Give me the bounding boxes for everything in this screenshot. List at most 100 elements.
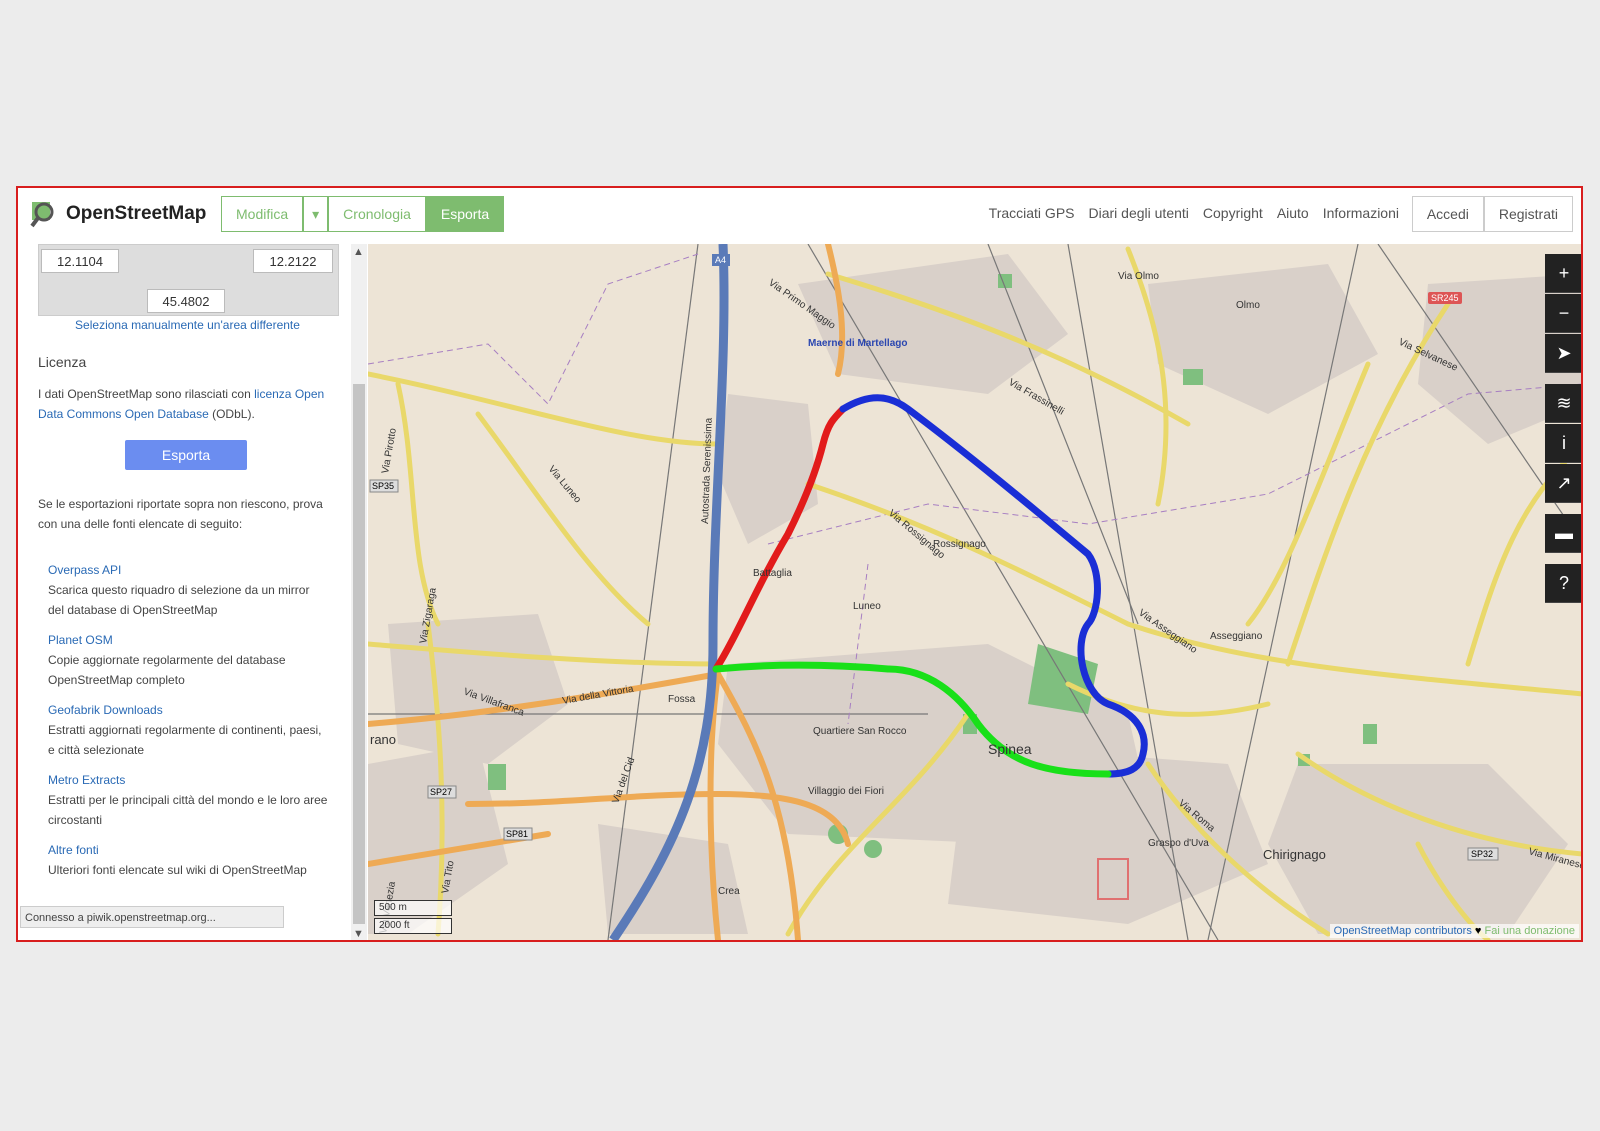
share-button[interactable]: ↗	[1545, 464, 1581, 503]
place-label: Fossa	[668, 694, 696, 705]
bbox-panel: 12.1104 12.2122 45.4802	[38, 244, 339, 316]
shield-label: SP27	[430, 787, 452, 797]
note-icon: ▬	[1555, 523, 1573, 543]
source-link-metro[interactable]: Metro Extracts	[48, 770, 328, 790]
browser-capture: OpenStreetMap Modifica ▾ Cronologia Espo…	[16, 186, 1583, 942]
auth-buttons: Accedi Registrati	[1411, 196, 1573, 232]
layers-icon: ≋	[1556, 393, 1572, 413]
sidebar-scrollbar[interactable]: ▲ ▼	[351, 244, 367, 940]
login-button[interactable]: Accedi	[1411, 196, 1484, 232]
source-link-planet[interactable]: Planet OSM	[48, 630, 328, 650]
east-coordinate-input[interactable]: 12.2122	[253, 249, 333, 273]
history-button[interactable]: Cronologia	[328, 196, 426, 232]
road-label: Via Luneo	[546, 464, 584, 506]
scroll-up-icon[interactable]: ▲	[353, 246, 364, 258]
info-icon: i	[1562, 433, 1566, 453]
export-button[interactable]: Esporta	[125, 440, 247, 470]
nav-user-diaries[interactable]: Diari degli utenti	[1089, 205, 1189, 221]
source-desc: Scarica questo riquadro di selezione da …	[48, 583, 310, 617]
zoom-in-icon: +	[1558, 263, 1570, 283]
place-label: Chirignago	[1263, 847, 1326, 862]
info-button[interactable]: i	[1545, 424, 1581, 463]
road-label: Via Pirotto	[380, 427, 399, 475]
note-button[interactable]: ▬	[1545, 514, 1581, 553]
shield-label: SP32	[1471, 849, 1493, 859]
caret-down-icon: ▾	[312, 206, 320, 222]
map-render: Maerne di Martellago Olmo Rossignago Ass…	[368, 244, 1581, 940]
source-link-geofabrik[interactable]: Geofabrik Downloads	[48, 700, 328, 720]
tool-buttons: Modifica ▾ Cronologia Esporta	[221, 196, 505, 232]
zoom-out-button[interactable]: −	[1545, 294, 1581, 333]
osm-contributors-link[interactable]: OpenStreetMap contributors	[1334, 925, 1472, 937]
source-item: Overpass API Scarica questo riquadro di …	[48, 560, 328, 620]
locate-icon: ➤	[1556, 343, 1572, 363]
nav-copyright[interactable]: Copyright	[1203, 205, 1263, 221]
road-label: Via Frassinelli	[1007, 377, 1066, 418]
top-navigation: OpenStreetMap Modifica ▾ Cronologia Espo…	[18, 188, 1581, 245]
nav-gps-traces[interactable]: Tracciati GPS	[989, 205, 1075, 221]
zoom-out-icon: −	[1558, 303, 1570, 323]
road-label: Via della Vittoria	[562, 684, 635, 707]
scroll-down-icon[interactable]: ▼	[353, 928, 364, 940]
edit-dropdown-button[interactable]: ▾	[303, 196, 329, 232]
license-heading: Licenza	[38, 354, 87, 370]
place-label: Villaggio dei Fiori	[808, 786, 884, 797]
fallback-text: Se le esportazioni riportate sopra non r…	[38, 497, 323, 531]
export-sidebar: 12.1104 12.2122 45.4802 Seleziona manual…	[18, 244, 368, 940]
brand-logo[interactable]: OpenStreetMap	[30, 200, 206, 228]
map-canvas[interactable]: Maerne di Martellago Olmo Rossignago Ass…	[368, 244, 1581, 940]
secondary-nav: Tracciati GPS Diari degli utenti Copyrig…	[989, 205, 1399, 221]
place-label: Asseggiano	[1210, 631, 1263, 642]
nav-about[interactable]: Informazioni	[1323, 205, 1399, 221]
source-item: Altre fonti Ulteriori fonti elencate sul…	[48, 840, 328, 880]
south-coordinate-input[interactable]: 45.4802	[147, 289, 225, 313]
place-label: Battaglia	[753, 568, 792, 579]
scale-metric: 500 m	[374, 900, 452, 916]
zoom-in-button[interactable]: +	[1545, 254, 1581, 293]
heart-icon: ♥	[1474, 925, 1482, 937]
scroll-thumb[interactable]	[353, 384, 365, 924]
brand-name: OpenStreetMap	[66, 203, 207, 224]
place-label: Luneo	[853, 601, 881, 612]
source-desc: Estratti aggiornati regolarmente di cont…	[48, 723, 322, 757]
source-item: Planet OSM Copie aggiornate regolarmente…	[48, 630, 328, 690]
donate-link[interactable]: Fai una donazione	[1484, 925, 1575, 937]
source-desc: Copie aggiornate regolarmente del databa…	[48, 653, 286, 687]
place-label: Crea	[718, 886, 740, 897]
source-link-other[interactable]: Altre fonti	[48, 840, 328, 860]
select-area-link[interactable]: Seleziona manualmente un'area differente	[38, 318, 337, 332]
place-label: Spinea	[988, 741, 1032, 757]
source-item: Metro Extracts Estratti per le principal…	[48, 770, 328, 830]
place-label: Quartiere San Rocco	[813, 726, 907, 737]
west-coordinate-input[interactable]: 12.1104	[41, 249, 119, 273]
shield-label: SP35	[372, 481, 394, 491]
source-item: Geofabrik Downloads Estratti aggiornati …	[48, 700, 328, 760]
place-label: rano	[370, 732, 396, 747]
layers-button[interactable]: ≋	[1545, 384, 1581, 423]
shield-label: A4	[715, 255, 726, 265]
scale-imperial: 2000 ft	[374, 918, 452, 934]
attribution: OpenStreetMap contributors ♥ Fai una don…	[1329, 924, 1579, 938]
nav-help[interactable]: Aiuto	[1277, 205, 1309, 221]
magnifier-map-icon	[30, 202, 54, 228]
road-label: Via Olmo	[1118, 271, 1159, 282]
license-text: I dati OpenStreetMap sono rilasciati con…	[38, 387, 325, 421]
query-button[interactable]: ?	[1545, 564, 1581, 603]
place-label: Olmo	[1236, 300, 1260, 311]
status-bar: Connesso a piwik.openstreetmap.org...	[20, 906, 284, 928]
query-icon: ?	[1558, 573, 1569, 593]
signup-button[interactable]: Registrati	[1483, 196, 1573, 232]
shield-label: SR245	[1431, 293, 1459, 303]
share-icon: ↗	[1556, 473, 1572, 493]
source-link-overpass[interactable]: Overpass API	[48, 560, 328, 580]
place-label: Graspo d'Uva	[1148, 838, 1209, 849]
built-up-areas	[368, 254, 1581, 934]
export-tab-button[interactable]: Esporta	[425, 196, 505, 232]
place-label: Maerne di Martellago	[808, 338, 907, 349]
locate-button[interactable]: ➤	[1545, 334, 1581, 373]
source-desc: Ulteriori fonti elencate sul wiki di Ope…	[48, 863, 307, 877]
source-desc: Estratti per le principali città del mon…	[48, 793, 328, 827]
shield-label: SP81	[506, 829, 528, 839]
edit-button[interactable]: Modifica	[221, 196, 304, 232]
map-scale: 500 m 2000 ft	[374, 900, 452, 936]
